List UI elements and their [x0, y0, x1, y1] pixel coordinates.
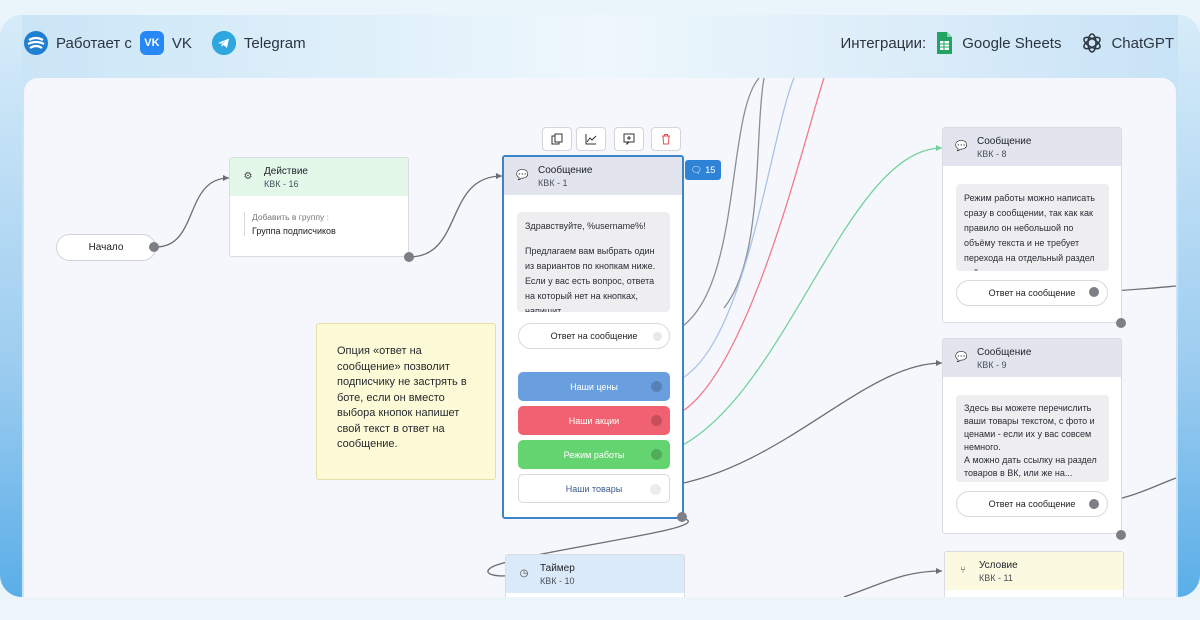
- action-field-value: Группа подписчиков: [252, 226, 336, 236]
- message-sub: КВК - 1: [538, 178, 568, 188]
- message9-reply-button[interactable]: Ответ на сообщение: [956, 491, 1108, 517]
- message9-sub: КВК - 9: [977, 360, 1007, 370]
- integrations-label: Интеграции:: [840, 34, 927, 52]
- message8-text: Режим работы можно написать сразу в сооб…: [956, 184, 1109, 271]
- message9-text-2: А можно дать ссылку на раздел товаров в …: [964, 455, 1097, 478]
- message-icon: 💬: [955, 352, 968, 363]
- comment-add-icon: [623, 133, 635, 145]
- action-output-handle[interactable]: [404, 252, 414, 262]
- wire-prices-offcanvas: [667, 78, 795, 385]
- timer-header: ◷ Таймер КВК - 10: [506, 555, 684, 593]
- condition-title: Условие: [979, 560, 1018, 571]
- comment-button[interactable]: [614, 127, 644, 151]
- message-node-main[interactable]: 💬 Сообщение КВК - 1 Здравствуйте, %usern…: [502, 155, 684, 519]
- message8-header: 💬 Сообщение КВК - 8: [943, 128, 1121, 166]
- wire-action-message: [408, 175, 503, 258]
- wire-hours-msg8: [667, 147, 943, 453]
- flow-canvas[interactable]: Начало ⚙ Действие КВК - 16 Добавить в гр…: [24, 78, 1176, 597]
- wire-start-action: [155, 177, 230, 248]
- action-node-header: ⚙ Действие КВК - 16: [230, 158, 408, 196]
- message-icon: 💬: [955, 141, 968, 152]
- message-body: Предлагаем вам выбрать один из вариантов…: [525, 246, 656, 312]
- action-title: Действие: [264, 166, 308, 177]
- telegram-icon: [211, 31, 236, 55]
- message9-header: 💬 Сообщение КВК - 9: [943, 339, 1121, 377]
- message8-output-handle[interactable]: [1116, 318, 1126, 328]
- copy-icon: [551, 133, 563, 145]
- message9-text-1: Здесь вы можете перечислить ваши товары …: [964, 403, 1095, 452]
- comments-count: 15: [705, 165, 716, 175]
- condition-node[interactable]: ⑂ Условие КВК - 11: [944, 551, 1124, 597]
- message9-reply-handle[interactable]: [1089, 499, 1099, 509]
- action-sub: КВК - 16: [264, 179, 299, 189]
- integrations-bar: Интеграции: Google Sheets ChatGPT: [840, 25, 1174, 61]
- wire-goods-msg9: [667, 362, 943, 487]
- comment-icon: 🗨: [690, 164, 703, 175]
- trash-icon: [662, 134, 670, 145]
- message-text: Здравствуйте, %username%! Предлагаем вам…: [517, 212, 670, 312]
- message8-reply-handle[interactable]: [1089, 287, 1099, 297]
- chatgpt-label: ChatGPT: [1111, 34, 1174, 52]
- chatgpt-icon: [1081, 32, 1103, 54]
- message8-title: Сообщение: [977, 136, 1032, 147]
- message8-reply-button[interactable]: Ответ на сообщение: [956, 280, 1108, 306]
- branch-icon: ⑂: [960, 565, 966, 576]
- top-bar: Работает с VK VK Telegram Интеграции: Go…: [0, 25, 1200, 61]
- timer-sub: КВК - 10: [540, 576, 575, 586]
- button-promo[interactable]: Наши акции: [518, 406, 670, 435]
- timer-node[interactable]: ◷ Таймер КВК - 10: [505, 554, 685, 597]
- message9-output-handle[interactable]: [1116, 530, 1126, 540]
- chart-icon: [585, 134, 597, 145]
- brand-logo-icon: [24, 31, 48, 55]
- reply-handle[interactable]: [653, 332, 662, 341]
- message9-title: Сообщение: [977, 347, 1032, 358]
- copy-button[interactable]: [542, 127, 572, 151]
- clock-icon: ◷: [519, 568, 529, 579]
- wire-promo-offcanvas: [667, 78, 825, 419]
- message9-text: Здесь вы можете перечислить ваши товары …: [956, 395, 1109, 482]
- button-goods-label: Наши товары: [565, 483, 623, 494]
- button-goods[interactable]: Наши товары: [518, 474, 670, 503]
- delete-button[interactable]: [651, 127, 681, 151]
- telegram-label: Telegram: [243, 34, 306, 52]
- message-output-handle[interactable]: [677, 512, 687, 522]
- action-field: Добавить в группу : Группа подписчиков: [244, 212, 408, 236]
- message9-reply-label: Ответ на сообщение: [988, 499, 1076, 509]
- start-output-handle[interactable]: [149, 242, 159, 252]
- reply-button[interactable]: Ответ на сообщение: [518, 323, 670, 349]
- reply-button-label: Ответ на сообщение: [550, 331, 638, 341]
- works-with-label: Работает с: [56, 34, 132, 52]
- start-label: Начало: [88, 242, 124, 253]
- note-text: Опция «ответ на сообщение» позволит подп…: [337, 345, 467, 450]
- condition-sub: КВК - 11: [979, 573, 1013, 583]
- message8-sub: КВК - 8: [977, 149, 1007, 159]
- google-sheets-label: Google Sheets: [962, 34, 1062, 52]
- action-field-label: Добавить в группу :: [252, 212, 329, 222]
- stats-button[interactable]: [576, 127, 606, 151]
- button-hours[interactable]: Режим работы: [518, 440, 670, 469]
- button-hours-label: Режим работы: [563, 449, 625, 460]
- message-icon: 💬: [516, 170, 529, 181]
- bottom-band: [0, 597, 1200, 620]
- platforms-bar: Работает с VK VK Telegram: [24, 25, 306, 61]
- message-node-header: 💬 Сообщение КВК - 1: [504, 157, 682, 195]
- comments-badge[interactable]: 🗨 15: [685, 160, 721, 180]
- start-node[interactable]: Начало: [56, 234, 156, 261]
- message8-reply-label: Ответ на сообщение: [988, 288, 1076, 298]
- timer-title: Таймер: [540, 563, 575, 574]
- condition-header: ⑂ Условие КВК - 11: [945, 552, 1123, 590]
- button-prices[interactable]: Наши цены: [518, 372, 670, 401]
- message-greeting: Здравствуйте, %username%!: [525, 221, 646, 231]
- wire-condition: [843, 570, 943, 597]
- message-title: Сообщение: [538, 165, 593, 176]
- vk-label: VK: [171, 34, 192, 52]
- sticky-note[interactable]: Опция «ответ на сообщение» позволит подп…: [316, 323, 496, 480]
- button-prices-label: Наши цены: [570, 381, 618, 392]
- vk-icon: VK: [139, 31, 164, 55]
- button-promo-label: Наши акции: [568, 415, 620, 426]
- google-sheets-icon: [934, 31, 954, 55]
- action-icon: ⚙: [243, 171, 253, 182]
- action-node[interactable]: ⚙ Действие КВК - 16 Добавить в группу : …: [229, 157, 409, 257]
